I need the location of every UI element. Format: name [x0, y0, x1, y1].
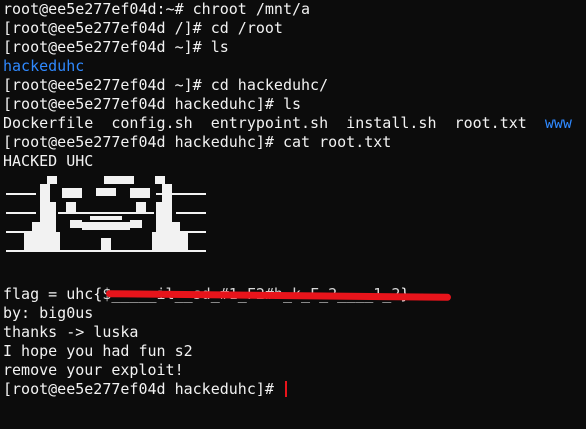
terminal-line: [root@ee5e277ef04d hackeduhc]# ls [3, 95, 302, 113]
ascii-art-block [3, 171, 586, 285]
terminal-line: by: big0us [3, 304, 94, 322]
directory-entry: www [544, 114, 572, 132]
terminal-line: root@ee5e277ef04d:~# chroot /mnt/a [3, 0, 311, 18]
shell-prompt: [root@ee5e277ef04d hackeduhc]# [3, 380, 283, 398]
terminal-line: HACKED UHC [3, 152, 94, 170]
terminal-line: [root@ee5e277ef04d /]# cd /root [3, 19, 283, 37]
text-cursor [284, 381, 287, 397]
directory-entry: hackeduhc [3, 57, 85, 75]
hacker-mask-ascii-art [6, 176, 206, 252]
terminal-line: remove your exploit! [3, 361, 184, 379]
file-list: Dockerfile config.sh entrypoint.sh insta… [3, 114, 545, 132]
ls-output: Dockerfile config.sh entrypoint.sh insta… [3, 114, 586, 133]
terminal-line: thanks -> luska [3, 323, 139, 341]
flag-prefix: flag = uhc{ [3, 285, 103, 303]
terminal-window[interactable]: root@ee5e277ef04d:~# chroot /mnt/a [root… [0, 0, 586, 429]
terminal-line: [root@ee5e277ef04d hackeduhc]# cat root.… [3, 133, 392, 151]
terminal-line: I hope you had fun s2 [3, 342, 193, 360]
flag-line: flag = uhc{$_____il__sd_#1_F2#h_k_F_2___… [3, 285, 586, 304]
prompt-line[interactable]: [root@ee5e277ef04d hackeduhc]# [3, 380, 586, 399]
terminal-line: [root@ee5e277ef04d ~]# cd hackeduhc/ [3, 76, 329, 94]
terminal-line: [root@ee5e277ef04d ~]# ls [3, 38, 229, 56]
